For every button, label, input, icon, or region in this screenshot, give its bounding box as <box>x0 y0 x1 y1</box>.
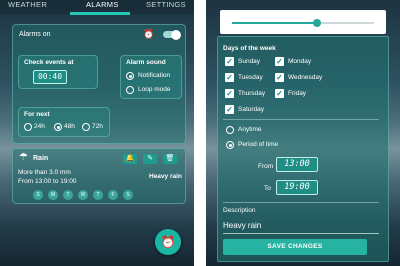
alarm-sound-label: Alarm sound <box>126 59 166 66</box>
friday-label: Friday <box>288 90 307 97</box>
monday-checkbox[interactable]: ✓ <box>275 57 284 66</box>
alarm-sound-box: Alarm sound Notification Loop mode <box>120 55 182 99</box>
threshold-slider-box <box>220 10 386 34</box>
24h-radio[interactable] <box>24 123 32 131</box>
day-chip-mon: M <box>48 190 58 200</box>
thursday-label: Thursday <box>238 90 266 97</box>
divider <box>223 202 379 203</box>
trash-icon: 🗑 <box>165 155 175 162</box>
to-time-field[interactable]: 19:00 <box>276 180 318 195</box>
tab-bar: WEATHER ALARMS SETTINGS <box>0 0 194 15</box>
tab-settings[interactable]: SETTINGS <box>146 0 186 12</box>
rain-condition: Heavy rain <box>149 173 182 180</box>
notification-bell-button[interactable]: 🔔 <box>123 154 137 164</box>
bell-icon: 🔔 <box>125 155 135 162</box>
notification-radio[interactable] <box>126 72 134 80</box>
saturday-checkbox[interactable]: ✓ <box>225 105 234 114</box>
friday-checkbox[interactable]: ✓ <box>275 89 284 98</box>
alarm-settings-card: Alarms on ⏰ Check events at 00:40 Alarm … <box>12 24 186 144</box>
wednesday-checkbox[interactable]: ✓ <box>275 73 284 82</box>
rain-title: Rain <box>33 155 49 162</box>
sunday-label: Sunday <box>238 58 261 65</box>
slider-fill <box>232 22 317 24</box>
check-events-box: Check events at 00:40 <box>18 55 98 89</box>
tab-weather[interactable]: WEATHER <box>8 0 47 12</box>
for-next-box: For next 24h 48h 72h <box>18 107 110 137</box>
edit-button[interactable]: ✎ <box>143 154 157 164</box>
toggle-knob <box>171 29 181 40</box>
divider <box>223 119 379 120</box>
48h-label: 48h <box>64 123 75 130</box>
period-radio[interactable] <box>226 141 234 149</box>
check-events-label: Check events at <box>24 59 74 66</box>
rain-cloud-icon: ☂ <box>19 152 28 163</box>
alarms-on-label: Alarms on <box>19 31 51 38</box>
delete-button[interactable]: 🗑 <box>163 154 177 164</box>
description-underline <box>223 233 379 234</box>
sunday-checkbox[interactable]: ✓ <box>225 57 234 66</box>
description-label: Description <box>223 207 256 214</box>
description-value[interactable]: Heavy rain <box>223 221 261 230</box>
active-tab-indicator <box>70 12 130 15</box>
day-chip-fri: F <box>108 190 118 200</box>
loop-mode-radio[interactable] <box>126 86 134 94</box>
wednesday-label: Wednesday <box>288 74 323 81</box>
alarms-toggle[interactable] <box>163 29 181 40</box>
rain-amount: More than 3.0 mm <box>18 169 71 176</box>
72h-radio[interactable] <box>82 123 90 131</box>
tuesday-checkbox[interactable]: ✓ <box>225 73 234 82</box>
48h-radio[interactable] <box>54 123 62 131</box>
rain-time-range: From 13:00 to 19:00 <box>18 178 77 185</box>
saturday-label: Saturday <box>238 106 265 113</box>
anytime-radio[interactable] <box>226 126 234 134</box>
save-changes-button[interactable]: SAVE CHANGES <box>223 239 367 255</box>
alarm-add-icon: ⏰ <box>160 235 176 249</box>
monday-label: Monday <box>288 58 312 65</box>
to-label: To <box>264 185 271 192</box>
day-chip-sun: S <box>33 190 43 200</box>
day-chip-sat: S <box>123 190 133 200</box>
72h-label: 72h <box>92 123 103 130</box>
notification-label: Notification <box>138 72 171 79</box>
tab-alarms[interactable]: ALARMS <box>86 0 119 12</box>
edit-form: Days of the week ✓ Sunday ✓ Monday ✓ Tue… <box>217 36 389 262</box>
day-chip-tue: T <box>63 190 73 200</box>
for-next-label: For next <box>24 111 50 118</box>
check-time-field[interactable]: 00:40 <box>33 70 67 84</box>
day-chip-wed: W <box>78 190 88 200</box>
anytime-label: Anytime <box>238 126 262 133</box>
alarm-clock-icon: ⏰ <box>143 29 155 39</box>
edit-alarm-screen: Days of the week ✓ Sunday ✓ Monday ✓ Tue… <box>206 0 400 266</box>
loop-mode-label: Loop mode <box>138 86 171 93</box>
slider-thumb[interactable] <box>313 19 321 27</box>
from-time-field[interactable]: 13:00 <box>276 157 318 172</box>
thursday-checkbox[interactable]: ✓ <box>225 89 234 98</box>
from-label: From <box>258 163 274 170</box>
period-label: Period of time <box>238 141 279 148</box>
24h-label: 24h <box>34 123 45 130</box>
add-alarm-button[interactable]: ⏰ <box>155 229 181 255</box>
alarms-screen: WEATHER ALARMS SETTINGS Alarms on ⏰ Chec… <box>0 0 194 266</box>
tuesday-label: Tuesday <box>238 74 263 81</box>
day-chip-thu: T <box>93 190 103 200</box>
rain-alarm-card[interactable]: ☂ Rain 🔔 ✎ 🗑 More than 3.0 mm From 13:00… <box>12 148 186 204</box>
days-header: Days of the week <box>223 45 276 52</box>
pencil-icon: ✎ <box>147 155 153 162</box>
